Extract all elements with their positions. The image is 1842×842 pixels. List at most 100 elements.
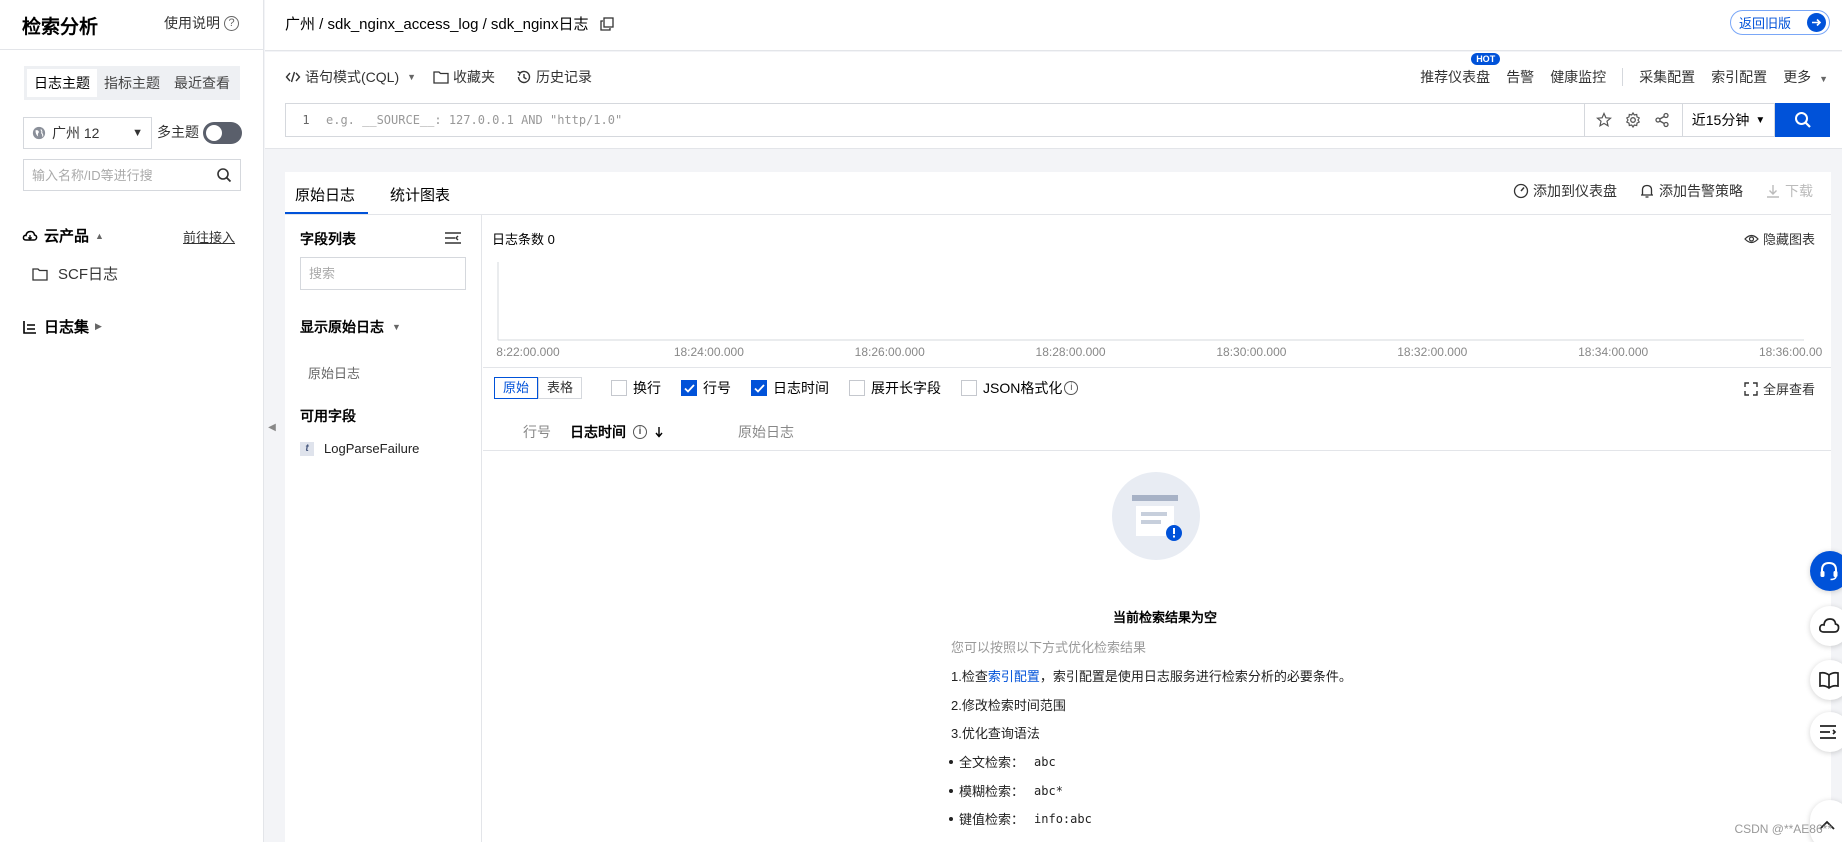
- download-button[interactable]: 下载: [1765, 181, 1813, 201]
- tab-charts[interactable]: 统计图表: [390, 184, 450, 205]
- option-json-format[interactable]: JSON格式化 i: [961, 378, 1079, 398]
- help-link[interactable]: 使用说明 ?: [164, 13, 239, 33]
- view-raw-button[interactable]: 原始: [494, 377, 539, 399]
- alarm-link[interactable]: 告警: [1506, 67, 1534, 87]
- expand-long-fields-label: 展开长字段: [871, 380, 941, 396]
- expand-long-fields-checkbox[interactable]: [849, 380, 865, 396]
- syntax-mode-dropdown[interactable]: 语句模式(CQL) ▼: [285, 67, 416, 87]
- tab-metric-topic[interactable]: 指标主题: [97, 69, 167, 97]
- option-log-time[interactable]: 日志时间: [751, 378, 829, 398]
- example-keyvalue: 键值检索： info:abc: [949, 809, 1092, 828]
- docs-button[interactable]: [1810, 660, 1842, 700]
- cloud-icon: [22, 230, 38, 241]
- folder-icon: [32, 267, 48, 281]
- index-config-link[interactable]: 索引配置: [988, 669, 1040, 684]
- add-alarm-button[interactable]: 添加告警策略: [1639, 181, 1743, 201]
- raw-log-field[interactable]: 原始日志: [308, 363, 360, 382]
- copy-icon[interactable]: [600, 16, 615, 31]
- view-table-button[interactable]: 表格: [538, 377, 583, 399]
- collect-config-link[interactable]: 采集配置: [1639, 67, 1695, 87]
- arrow-right-icon: [1807, 13, 1826, 32]
- menu-button[interactable]: [1810, 712, 1842, 752]
- cloud-products-label: 云产品: [44, 228, 90, 245]
- caret-down-icon: ▼: [1819, 74, 1828, 84]
- time-range-select[interactable]: 近15分钟 ▼: [1683, 103, 1775, 137]
- info-icon[interactable]: i: [1064, 381, 1079, 395]
- goto-access-link[interactable]: 前往接入: [183, 227, 235, 246]
- log-count: 日志条数 0: [492, 232, 555, 247]
- field-item[interactable]: t LogParseFailure: [300, 441, 419, 456]
- field-search-input[interactable]: [309, 266, 485, 281]
- cloud-products-section[interactable]: 云产品 ▲: [22, 225, 104, 246]
- json-format-checkbox[interactable]: [961, 380, 977, 396]
- history-icon: [517, 70, 531, 84]
- folder-icon: [433, 71, 449, 84]
- hint-step-3: 3.优化查询语法: [951, 726, 1040, 741]
- dashboard-icon: [1513, 183, 1529, 199]
- line-number-checkbox[interactable]: [681, 380, 697, 396]
- more-dropdown[interactable]: 更多 ▼: [1783, 67, 1828, 87]
- x-tick-label: 18:26:00.000: [855, 345, 925, 359]
- recommended-dashboard-link[interactable]: 推荐仪表盘 HOT: [1420, 53, 1501, 87]
- health-monitor-link[interactable]: 健康监控: [1550, 67, 1606, 87]
- scf-log-item[interactable]: SCF日志: [32, 263, 118, 284]
- left-sidebar: 检索分析 使用说明 ? 日志主题 指标主题 最近查看 广州 12 ▼ 多主题 云…: [0, 0, 264, 842]
- tab-raw-logs[interactable]: 原始日志: [295, 184, 355, 205]
- example-fuzzy: 模糊检索： abc*: [949, 781, 1063, 800]
- hide-chart-button[interactable]: 隐藏图表: [1744, 229, 1815, 248]
- cloud-upload-button[interactable]: [1810, 606, 1842, 646]
- info-icon[interactable]: i: [633, 425, 647, 439]
- star-icon[interactable]: [1596, 112, 1613, 128]
- search-icon[interactable]: [216, 167, 232, 183]
- collapse-menu-icon[interactable]: [444, 231, 462, 245]
- back-old-version-button[interactable]: 返回旧版: [1730, 10, 1830, 35]
- empty-result-icon: [1112, 472, 1200, 560]
- option-expand-long-fields[interactable]: 展开长字段: [849, 378, 941, 398]
- search-button[interactable]: [1775, 103, 1830, 137]
- field-name: LogParseFailure: [324, 441, 420, 456]
- tab-log-topic[interactable]: 日志主题: [27, 69, 97, 97]
- logsets-section[interactable]: 日志集 ▶: [22, 316, 102, 337]
- show-raw-log-dropdown[interactable]: 显示原始日志 ▼: [300, 317, 401, 337]
- show-raw-log-label: 显示原始日志: [300, 319, 384, 335]
- topic-search-input[interactable]: [32, 167, 216, 183]
- add-to-dashboard-button[interactable]: 添加到仪表盘: [1513, 181, 1617, 201]
- log-time-checkbox[interactable]: [751, 380, 767, 396]
- option-line-number[interactable]: 行号: [681, 378, 731, 398]
- gear-icon[interactable]: [1625, 112, 1641, 128]
- favorites-label: 收藏夹: [453, 69, 495, 85]
- time-range-label: 近15分钟: [1691, 112, 1750, 128]
- history-button[interactable]: 历史记录: [516, 67, 592, 87]
- multi-topic-toggle[interactable]: [203, 122, 242, 144]
- index-config-link[interactable]: 索引配置: [1711, 67, 1767, 87]
- customer-service-button[interactable]: [1810, 551, 1842, 591]
- region-select[interactable]: 广州 12 ▼: [23, 117, 152, 149]
- col-log-time[interactable]: 日志时间 i: [570, 422, 664, 442]
- option-wrap[interactable]: 换行: [611, 378, 661, 398]
- syntax-mode-label: 语句模式(CQL): [305, 69, 400, 85]
- watermark: CSDN @**AE86**: [1734, 822, 1832, 836]
- x-tick-label: 18:24:00.000: [674, 345, 744, 359]
- fullscreen-button[interactable]: 全屏查看: [1744, 379, 1815, 398]
- example-label: 全文检索：: [959, 755, 1025, 770]
- code-icon: [285, 71, 301, 83]
- headset-icon: [1820, 561, 1838, 581]
- wrap-checkbox[interactable]: [611, 380, 627, 396]
- share-icon[interactable]: [1654, 112, 1670, 128]
- text-type-icon: t: [300, 441, 314, 456]
- sort-down-icon[interactable]: [654, 426, 664, 438]
- recommended-dashboard-label: 推荐仪表盘: [1420, 69, 1491, 85]
- hint-step-1-prefix: 1.检查: [951, 669, 988, 684]
- logsets-label: 日志集: [44, 319, 90, 336]
- collapse-sidebar-handle[interactable]: ◀: [265, 370, 279, 485]
- add-to-dashboard-label: 添加到仪表盘: [1533, 183, 1617, 199]
- search-icon: [1794, 112, 1811, 128]
- caret-down-icon: ▼: [407, 72, 417, 82]
- chart-divider: [483, 367, 1831, 368]
- query-input[interactable]: [326, 113, 1584, 127]
- favorites-button[interactable]: 收藏夹: [433, 67, 495, 87]
- empty-subtitle: 您可以按照以下方式优化检索结果: [951, 640, 1147, 655]
- tab-recent[interactable]: 最近查看: [167, 69, 237, 97]
- download-icon: [1767, 185, 1779, 198]
- hide-chart-label: 隐藏图表: [1762, 232, 1815, 247]
